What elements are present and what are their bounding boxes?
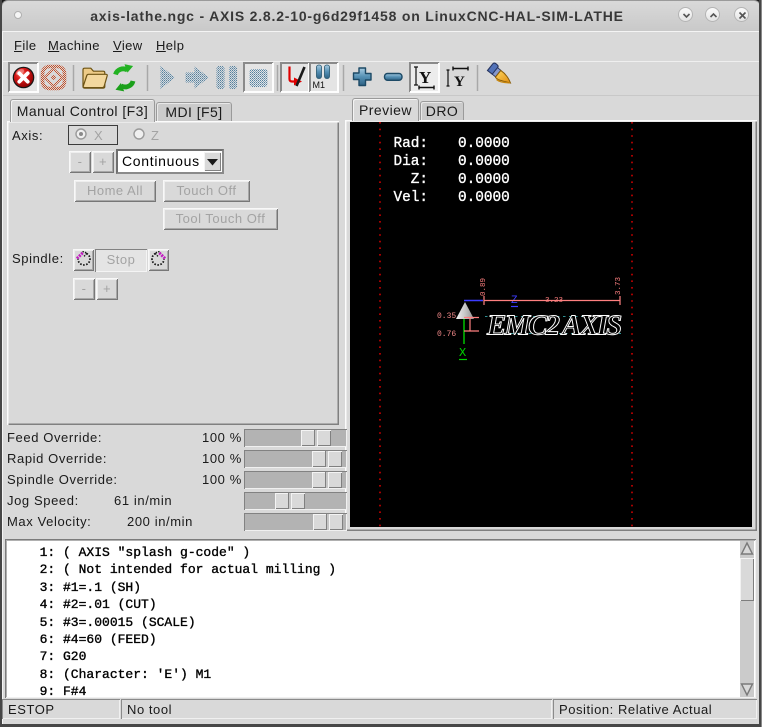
svg-text:0.89: 0.89	[480, 278, 488, 296]
svg-text:3.73: 3.73	[615, 276, 623, 295]
svg-text:0.76: 0.76	[437, 330, 456, 339]
svg-text:X: X	[459, 346, 466, 360]
svg-text:3.23: 3.23	[545, 297, 564, 305]
svg-text:M1: M1	[313, 80, 326, 90]
svg-text:0.35: 0.35	[437, 312, 456, 321]
svg-text:EMC2 AXIS: EMC2 AXIS	[486, 310, 621, 342]
svg-text:Y: Y	[454, 74, 465, 90]
svg-text:Y: Y	[419, 68, 431, 87]
